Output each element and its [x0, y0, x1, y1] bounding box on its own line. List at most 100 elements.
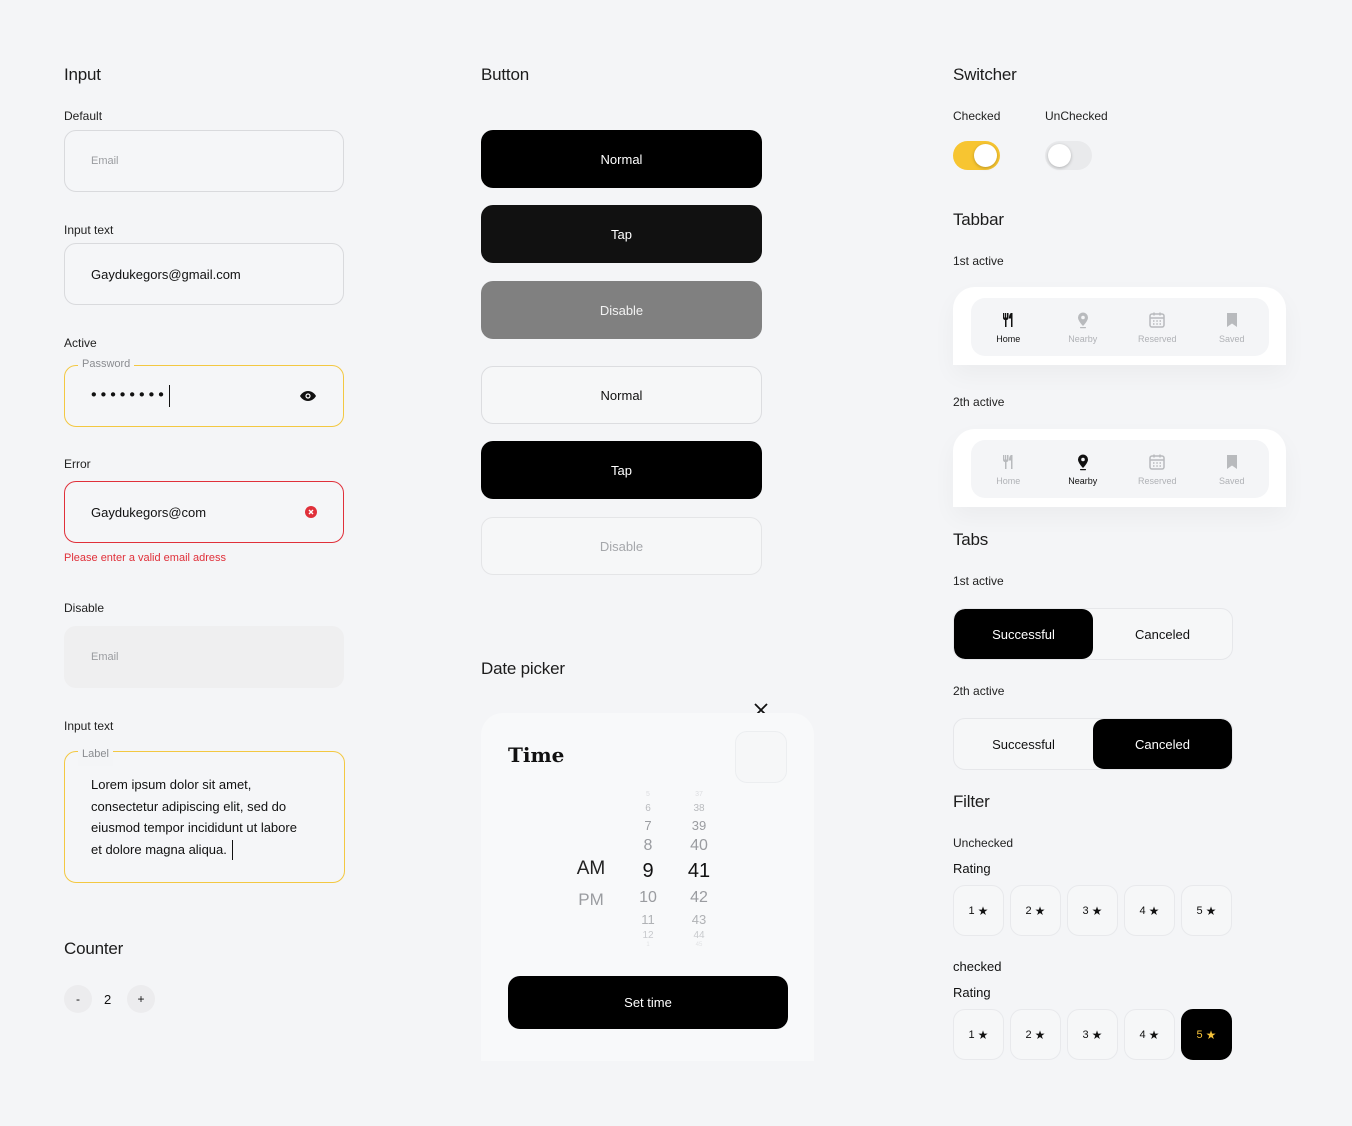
star-icon: ★ — [977, 1027, 989, 1042]
counter-value: 2 — [104, 992, 112, 1007]
tabbar-label: Nearby — [1068, 475, 1098, 486]
tabbar-item-nearby[interactable]: Nearby — [1046, 440, 1121, 498]
tabbar-item-home[interactable]: Home — [971, 298, 1046, 356]
tabbar-label: Home — [996, 333, 1021, 344]
star-icon: ★ — [1148, 1027, 1160, 1042]
rating-label: Rating — [953, 985, 991, 1000]
textarea-label: Input text — [64, 719, 114, 733]
rating-chip-3[interactable]: 3 ★ — [1067, 885, 1118, 936]
textarea-input[interactable]: Label Lorem ipsum dolor sit amet, consec… — [64, 744, 345, 883]
primary-button-disabled: Disable — [481, 281, 762, 339]
minute-option: 42 — [690, 889, 708, 906]
password-float-label: Password — [78, 358, 135, 370]
minute-option: 40 — [690, 837, 708, 854]
primary-button-tap[interactable]: Tap — [481, 205, 762, 263]
rating-chip-4[interactable]: 4 ★ — [1124, 1009, 1175, 1060]
hour-option: 1 — [646, 942, 650, 948]
tabbar-item-nearby[interactable]: Nearby — [1046, 298, 1121, 356]
primary-button-normal[interactable]: Normal — [481, 130, 762, 188]
counter-plus-button[interactable]: + — [127, 985, 155, 1013]
rating-value: 3 — [1082, 1028, 1089, 1041]
email-input-default[interactable]: Email — [64, 130, 344, 192]
tabs-first-active-label: 1st active — [953, 574, 1004, 588]
hour-option: 6 — [645, 803, 651, 814]
hour-wheel[interactable]: 5 6 7 8 9 10 11 12 1 — [628, 791, 668, 951]
checked-label: Checked — [953, 109, 1001, 123]
rating-label: Rating — [953, 861, 991, 876]
counter-section-title: Counter — [64, 939, 124, 958]
secondary-button-tap[interactable]: Tap — [481, 441, 762, 499]
tab-successful[interactable]: Successful — [954, 609, 1093, 659]
location-pin-icon — [1077, 312, 1088, 328]
textarea-line: consectetur adipiscing elit, sed do — [91, 798, 287, 814]
minute-wheel[interactable]: 37 38 39 40 41 42 43 44 45 — [679, 791, 719, 951]
tab-successful[interactable]: Successful — [954, 719, 1093, 769]
error-value: Gaydukegors@com — [91, 504, 207, 520]
textarea-float-label: Label — [78, 744, 113, 766]
calendar-icon — [1149, 312, 1165, 328]
rating-value: 1 — [968, 1028, 975, 1041]
star-icon: ★ — [1148, 903, 1160, 918]
error-clear-icon[interactable] — [305, 506, 317, 518]
tab-canceled[interactable]: Canceled — [1093, 719, 1232, 769]
picker-empty-box[interactable] — [735, 731, 787, 783]
tab-canceled[interactable]: Canceled — [1093, 609, 1232, 659]
tabbar-label: Nearby — [1068, 333, 1098, 344]
hour-option: 7 — [644, 818, 652, 833]
input-text-label: Input text — [64, 223, 114, 237]
secondary-button-normal[interactable]: Normal — [481, 366, 762, 424]
toggle-switch-checked[interactable] — [953, 141, 1000, 170]
ampm-option: PM — [578, 890, 604, 909]
datepicker-section-title: Date picker — [481, 659, 565, 678]
star-icon: ★ — [1205, 1027, 1217, 1042]
fork-knife-icon — [1003, 454, 1013, 469]
time-picker-card: Time AM PM 5 6 7 8 9 10 11 12 1 37 38 39… — [481, 713, 814, 1061]
email-placeholder: Email — [91, 155, 119, 167]
bookmark-icon — [1226, 454, 1237, 469]
set-time-button[interactable]: Set time — [508, 976, 788, 1029]
error-label: Error — [64, 457, 91, 471]
rating-chip-1[interactable]: 1 ★ — [953, 1009, 1004, 1060]
button-section-title: Button — [481, 65, 529, 84]
rating-chip-5[interactable]: 5 ★ — [1181, 885, 1232, 936]
eye-icon[interactable] — [299, 389, 317, 403]
tabs-canceled-active: Successful Canceled — [953, 718, 1233, 770]
rating-chip-1[interactable]: 1 ★ — [953, 885, 1004, 936]
tabbar-label: Reserved — [1137, 333, 1177, 344]
rating-chip-4[interactable]: 4 ★ — [1124, 885, 1175, 936]
fork-knife-icon — [1003, 312, 1013, 327]
star-icon: ★ — [1034, 1027, 1046, 1042]
email-input-filled[interactable]: Gaydukegors@gmail.com — [64, 243, 344, 305]
tabbar-item-home[interactable]: Home — [971, 440, 1046, 498]
rating-chip-2[interactable]: 2 ★ — [1010, 1009, 1061, 1060]
rating-value: 4 — [1139, 1028, 1146, 1041]
switcher-section-title: Switcher — [953, 65, 1017, 84]
tabbar-home-active: Home Nearby Reserved Saved — [953, 287, 1286, 365]
email-input-error[interactable]: Gaydukegors@com — [64, 481, 344, 543]
tabbar-item-reserved[interactable]: Reserved — [1120, 440, 1195, 498]
tabbar-item-reserved[interactable]: Reserved — [1120, 298, 1195, 356]
text-caret — [231, 840, 233, 861]
rating-chip-3[interactable]: 3 ★ — [1067, 1009, 1118, 1060]
toggle-switch-unchecked[interactable] — [1045, 141, 1092, 170]
minute-option: 39 — [691, 818, 707, 833]
rating-value: 3 — [1082, 904, 1089, 917]
time-heading: Time — [508, 743, 565, 767]
rating-value: 5 — [1196, 904, 1203, 917]
ampm-wheel[interactable]: AM PM — [569, 858, 613, 918]
ampm-option: AM — [576, 858, 606, 879]
counter-minus-button[interactable]: - — [64, 985, 92, 1013]
star-icon: ★ — [1205, 903, 1217, 918]
hour-option: 10 — [639, 889, 657, 906]
password-input-active[interactable]: Password •••••••• — [64, 358, 344, 427]
tabbar-item-saved[interactable]: Saved — [1195, 298, 1270, 356]
rating-chip-2[interactable]: 2 ★ — [1010, 885, 1061, 936]
star-icon: ★ — [1091, 1027, 1103, 1042]
hour-option: 5 — [646, 791, 650, 798]
hour-option: 8 — [643, 837, 653, 854]
tabbar-item-saved[interactable]: Saved — [1195, 440, 1270, 498]
hour-option: 11 — [641, 912, 655, 927]
tabbar-label: Reserved — [1137, 475, 1177, 486]
tabbar-label: Saved — [1218, 475, 1245, 486]
rating-chip-5-selected[interactable]: 5 ★ — [1181, 1009, 1232, 1060]
